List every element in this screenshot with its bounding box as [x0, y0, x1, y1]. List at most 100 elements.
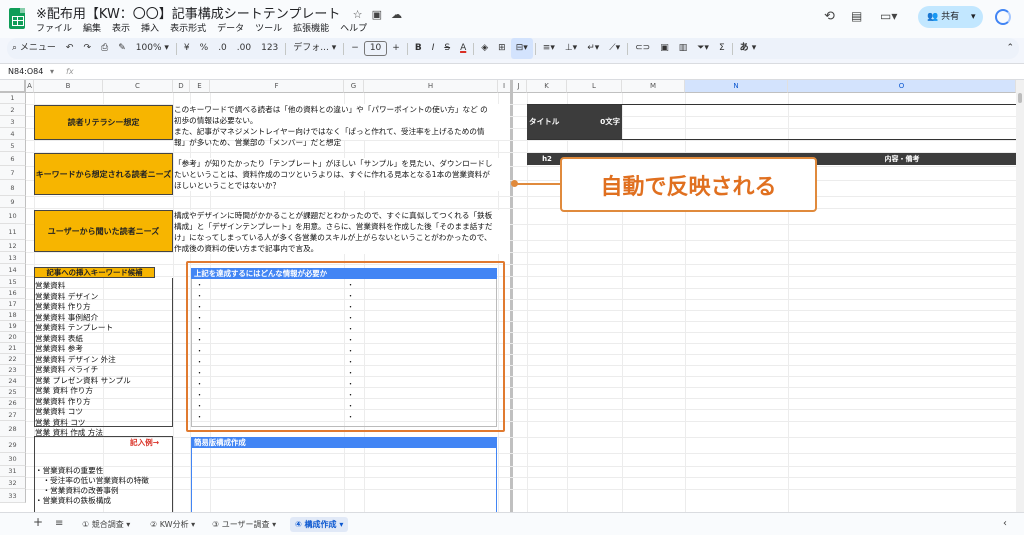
column-header-g[interactable]: G: [344, 80, 364, 93]
font-size-increase-button[interactable]: +: [387, 38, 405, 59]
column-header-o[interactable]: O: [788, 80, 1016, 93]
spreadsheet-grid[interactable]: A B C D E F G H I J K L M N O 1 2 3 4 5 …: [0, 80, 1016, 512]
text-rotate-icon[interactable]: ⟋▾: [604, 38, 625, 59]
gemini-icon[interactable]: [995, 9, 1011, 25]
name-box[interactable]: N84:O84: [8, 67, 43, 76]
column-header-e[interactable]: E: [190, 80, 210, 93]
print-icon[interactable]: ⎙: [96, 38, 113, 59]
sheet-tab[interactable]: ③ ユーザー調査 ▾: [207, 517, 281, 532]
row-header[interactable]: 11: [0, 224, 26, 240]
column-header-d[interactable]: D: [173, 80, 190, 93]
number-format-button[interactable]: 123: [256, 38, 283, 59]
menu-file[interactable]: ファイル: [36, 21, 72, 34]
menu-edit[interactable]: 編集: [83, 21, 101, 34]
keyword-item[interactable]: 営業資料 作り方: [35, 397, 91, 408]
column-header-k[interactable]: K: [527, 80, 567, 93]
sheets-logo-icon[interactable]: [9, 8, 25, 29]
row-header[interactable]: 26: [0, 398, 26, 409]
column-header-b[interactable]: B: [34, 80, 103, 93]
keyword-item[interactable]: 営業資料 表紙: [35, 334, 83, 345]
bold-button[interactable]: B: [410, 38, 427, 59]
select-all-corner[interactable]: [0, 80, 26, 93]
row-header[interactable]: 7: [0, 166, 26, 180]
scroll-tabs-left-icon[interactable]: ‹: [998, 516, 1012, 531]
keyword-item[interactable]: 営業資料 デザイン 外注: [35, 355, 116, 366]
history-icon[interactable]: ⟲: [824, 9, 835, 24]
example-item[interactable]: ・営業資料の改善事例: [35, 486, 119, 497]
keyword-item[interactable]: 営業 資料 コツ: [35, 418, 85, 429]
collapse-toolbar-icon[interactable]: ⌃: [1001, 38, 1019, 59]
row-header[interactable]: 27: [0, 409, 26, 421]
italic-button[interactable]: I: [427, 38, 440, 59]
font-size-decrease-button[interactable]: −: [346, 38, 364, 59]
keyword-item[interactable]: 営業資料 事例紹介: [35, 313, 98, 324]
comment-icon[interactable]: ▣: [655, 38, 674, 59]
notes-label[interactable]: 内容・備考: [788, 153, 1016, 165]
row-header[interactable]: 16: [0, 288, 26, 299]
merge-cells-icon[interactable]: ⊟▾: [510, 38, 533, 59]
sheet-tab[interactable]: ② KW分析 ▾: [145, 517, 200, 532]
keyword-item[interactable]: 営業資料 参考: [35, 344, 83, 355]
row-header[interactable]: 3: [0, 116, 26, 128]
zoom-select[interactable]: 100% ▾: [131, 38, 174, 59]
menu-format[interactable]: 表示形式: [170, 21, 206, 34]
redo-icon[interactable]: ↷: [78, 38, 96, 59]
row-header[interactable]: 5: [0, 140, 26, 152]
row-header[interactable]: 1: [0, 93, 26, 104]
row-header[interactable]: 32: [0, 477, 26, 489]
column-header-f[interactable]: F: [210, 80, 344, 93]
keywords-label[interactable]: 記事への挿入キーワード候補: [34, 267, 155, 278]
keyword-item[interactable]: 営業資料 ペライチ: [35, 365, 98, 376]
menu-data[interactable]: データ: [217, 21, 244, 34]
document-title[interactable]: ※配布用【KW：〇〇】記事構成シートテンプレート ☆ ▣ ☁: [36, 3, 402, 22]
link-icon[interactable]: ⊂⊃: [630, 38, 655, 59]
share-button[interactable]: 👥 共有 ▾: [918, 6, 983, 28]
menu-view[interactable]: 表示: [112, 21, 130, 34]
row-header[interactable]: 21: [0, 343, 26, 354]
user-needs-label[interactable]: ユーザーから聞いた読者ニーズ: [34, 210, 173, 252]
menu-insert[interactable]: 挿入: [141, 21, 159, 34]
keyword-item[interactable]: 営業資料 作り方: [35, 302, 91, 313]
menu-extensions[interactable]: 拡張機能: [293, 21, 329, 34]
row-header[interactable]: 22: [0, 354, 26, 365]
literacy-text[interactable]: このキーワードで調べる読者は「他の資料との違い」や「パワーポイントの使い方」など…: [174, 104, 510, 147]
horizontal-align-icon[interactable]: ≡▾: [538, 38, 560, 59]
sheet-tab-active[interactable]: ④ 構成作成 ▾: [290, 517, 349, 532]
row-header[interactable]: 9: [0, 196, 26, 208]
user-needs-text[interactable]: 構成やデザインに時間がかかることが課題だとわかったので、すぐに真似してつくれる「…: [174, 210, 510, 254]
search-menu-button[interactable]: ⌕ メニュー: [7, 38, 61, 59]
font-size-input[interactable]: 10: [363, 41, 388, 56]
keyword-item[interactable]: 営業資料 テンプレート: [35, 323, 113, 334]
row-header[interactable]: 8: [0, 180, 26, 196]
row-header[interactable]: 20: [0, 332, 26, 343]
simple-outline-area[interactable]: [191, 448, 497, 512]
all-sheets-icon[interactable]: ≡: [50, 516, 68, 531]
meet-icon[interactable]: ▭▾: [880, 9, 897, 23]
row-header[interactable]: 18: [0, 310, 26, 321]
simple-outline-header[interactable]: 簡易版構成作成: [191, 437, 497, 448]
column-header-m[interactable]: M: [622, 80, 685, 93]
percent-format-button[interactable]: %: [195, 38, 214, 59]
column-header-a[interactable]: A: [26, 80, 34, 93]
row-header[interactable]: 13: [0, 252, 26, 264]
row-header[interactable]: 6: [0, 152, 26, 166]
keyword-needs-label[interactable]: キーワードから想定される読者ニーズ: [34, 153, 173, 195]
name-box-dropdown-icon[interactable]: ▾: [50, 67, 54, 76]
example-item[interactable]: ・受注率の低い営業資料の特徴: [35, 476, 149, 487]
star-icon[interactable]: ☆: [353, 8, 363, 21]
row-header[interactable]: 4: [0, 128, 26, 140]
row-header[interactable]: 25: [0, 387, 26, 398]
text-wrap-icon[interactable]: ↵▾: [582, 38, 604, 59]
keyword-item[interactable]: 営業資料 デザイン: [35, 292, 98, 303]
row-header[interactable]: 28: [0, 421, 26, 437]
row-header[interactable]: 19: [0, 321, 26, 332]
literacy-label[interactable]: 読者リテラシー想定: [34, 105, 173, 140]
text-color-button[interactable]: A: [455, 38, 471, 59]
increase-decimal-button[interactable]: .00: [232, 38, 256, 59]
vertical-scrollbar[interactable]: [1016, 80, 1024, 512]
keyword-item[interactable]: 営業資料 コツ: [35, 407, 83, 418]
currency-format-button[interactable]: ¥: [179, 38, 195, 59]
row-header[interactable]: 17: [0, 299, 26, 310]
cloud-status-icon[interactable]: ☁: [391, 8, 402, 21]
frozen-divider[interactable]: [510, 80, 513, 512]
